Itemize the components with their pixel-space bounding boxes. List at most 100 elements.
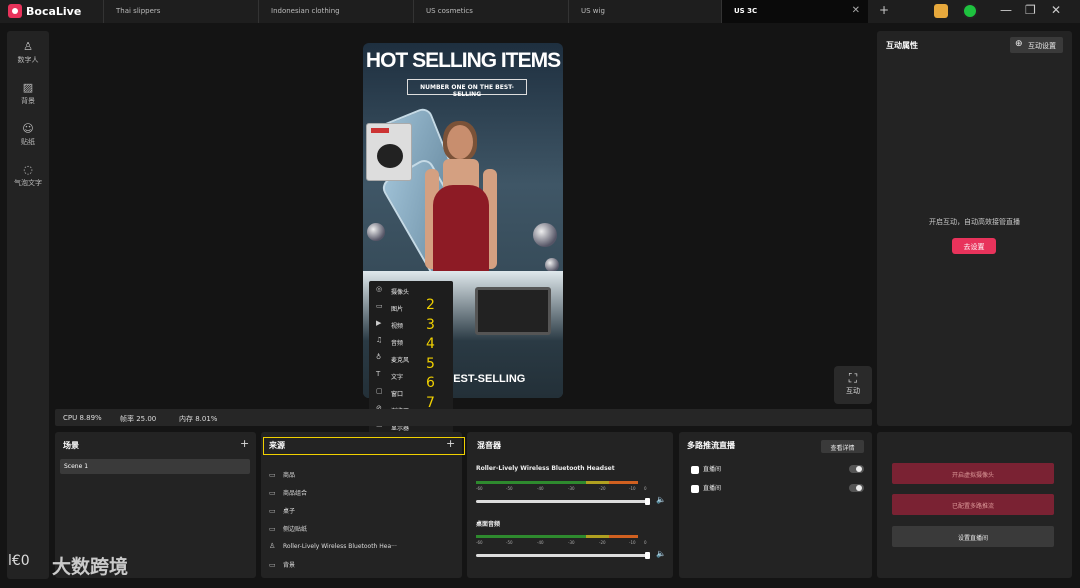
interaction-settings-button[interactable]: ⊕ 互动设置 bbox=[1010, 37, 1063, 53]
multistream-title: 多路推流直播 bbox=[687, 441, 735, 450]
annotation-number: 3 bbox=[426, 317, 435, 333]
sidebar-item-bubble-text[interactable]: ◌ 气泡文字 bbox=[7, 163, 49, 188]
decor-sphere bbox=[367, 223, 385, 241]
watermark-logo-icon: l€0 bbox=[8, 553, 30, 569]
window-icon: ▢ bbox=[376, 387, 383, 395]
tiktok-icon bbox=[691, 465, 699, 474]
preview-headline: HOT SELLING ITEMS bbox=[365, 49, 561, 72]
sticker-icon: ☺ bbox=[22, 122, 34, 135]
user-avatar[interactable] bbox=[962, 3, 978, 19]
menu-item-camera[interactable]: ◎ 摄像头 bbox=[369, 282, 453, 299]
product-card-sticker[interactable] bbox=[366, 123, 412, 181]
sidebar-item-sticker[interactable]: ☺ 贴纸 bbox=[7, 122, 49, 147]
preview-subline: NUMBER ONE ON THE BEST-SELLING bbox=[407, 79, 527, 98]
volume-slider[interactable] bbox=[476, 498, 650, 505]
source-item[interactable]: ▭ 商品 bbox=[269, 470, 295, 479]
minimize-button[interactable]: — bbox=[1000, 3, 1012, 17]
app-logo-icon bbox=[8, 4, 22, 18]
scene-item[interactable]: Scene 1 bbox=[60, 459, 250, 474]
tab-us-cosmetics[interactable]: US cosmetics bbox=[413, 0, 568, 23]
annotation-number: 5 bbox=[426, 356, 435, 372]
audio-level-meter bbox=[476, 481, 638, 484]
video-icon: ▶ bbox=[376, 319, 382, 327]
image-icon: ▭ bbox=[269, 471, 276, 479]
image-icon: ▭ bbox=[376, 302, 383, 310]
stream-room-row: 直播间 bbox=[691, 464, 721, 474]
annotation-number: 6 bbox=[426, 375, 435, 391]
channel-name: Roller-Lively Wireless Bluetooth Headset bbox=[476, 465, 615, 472]
menu-item-audio[interactable]: ♫ 音频 bbox=[369, 333, 453, 350]
multistream-configured-button[interactable]: 已配置多路推流 bbox=[892, 494, 1054, 515]
image-icon: ▭ bbox=[269, 489, 276, 497]
sources-header-highlight bbox=[263, 437, 465, 455]
interact-button[interactable]: ⛶ 互动 bbox=[834, 366, 872, 404]
sidebar-item-digital-human[interactable]: ♙ 数字人 bbox=[7, 40, 49, 65]
image-icon: ▭ bbox=[269, 525, 276, 533]
menu-item-text[interactable]: T 文字 bbox=[369, 367, 453, 384]
add-scene-button[interactable]: + bbox=[240, 437, 249, 450]
menu-item-video[interactable]: ▶ 视频 bbox=[369, 316, 453, 333]
multistream-panel: 多路推流直播 查看详情 直播间 直播间 bbox=[679, 432, 872, 578]
menu-item-image[interactable]: ▭ 图片 bbox=[369, 299, 453, 316]
source-item[interactable]: ▭ 桌子 bbox=[269, 506, 295, 515]
maximize-button[interactable]: ❐ bbox=[1025, 3, 1036, 17]
tiktok-icon bbox=[691, 484, 699, 493]
source-item[interactable]: ▭ 侧边贴纸 bbox=[269, 524, 307, 533]
panel-title: 互动属性 bbox=[886, 41, 918, 50]
music-icon: ♫ bbox=[376, 336, 383, 344]
plus-circle-icon: ⊕ bbox=[1015, 39, 1023, 49]
annotation-number: 4 bbox=[426, 336, 435, 352]
close-button[interactable]: ✕ bbox=[1051, 3, 1061, 17]
source-item[interactable]: ♙ Roller-Lively Wireless Bluetooth Hea··· bbox=[269, 542, 397, 550]
background-icon: ▨ bbox=[22, 81, 34, 94]
tab-us-3c[interactable]: US 3C ✕ bbox=[721, 0, 868, 23]
tab-thai-slippers[interactable]: Thai slippers bbox=[103, 0, 258, 23]
tab-us-wig[interactable]: US wig bbox=[568, 0, 721, 23]
vip-gem-icon[interactable] bbox=[934, 4, 948, 18]
audio-level-meter bbox=[476, 535, 638, 538]
person-icon: ♙ bbox=[23, 40, 33, 53]
stream-room-row: 直播间 bbox=[691, 483, 721, 493]
stream-toggle[interactable] bbox=[849, 484, 864, 492]
speaker-icon[interactable]: 🔈 bbox=[656, 495, 666, 504]
bubble-text-icon: ◌ bbox=[23, 163, 33, 176]
scan-icon: ⛶ bbox=[848, 371, 858, 385]
view-details-button[interactable]: 查看详情 bbox=[821, 440, 864, 453]
tab-close-icon[interactable]: ✕ bbox=[852, 5, 860, 16]
source-item[interactable]: ▭ 背景 bbox=[269, 560, 295, 569]
decor-sphere bbox=[545, 258, 559, 272]
text-icon: T bbox=[376, 370, 381, 378]
mixer-title: 混音器 bbox=[477, 441, 501, 450]
microphone-icon: ♁ bbox=[376, 353, 382, 361]
app-title: BocaLive bbox=[26, 5, 82, 18]
stream-toggle[interactable] bbox=[849, 465, 864, 473]
annotation-number: 2 bbox=[426, 297, 435, 313]
interaction-message: 开启互动，自动高效接管直播 bbox=[929, 218, 1020, 226]
person-icon: ♙ bbox=[269, 542, 276, 550]
go-settings-button[interactable]: 去设置 bbox=[952, 238, 996, 254]
camera-icon: ◎ bbox=[376, 285, 383, 293]
sidebar-item-background[interactable]: ▨ 背景 bbox=[7, 81, 49, 106]
tab-indonesian-clothing[interactable]: Indonesian clothing bbox=[258, 0, 413, 23]
menu-item-microphone[interactable]: ♁ 麦克风 bbox=[369, 350, 453, 367]
new-tab-button[interactable]: + bbox=[879, 3, 889, 17]
decor-sphere bbox=[533, 223, 557, 247]
frame-rate: 帧率 25.00 bbox=[120, 415, 157, 423]
channel-name: 桌面音频 bbox=[476, 521, 501, 528]
volume-slider[interactable] bbox=[476, 552, 650, 559]
start-virtual-camera-button[interactable]: 开启虚拟摄像头 bbox=[892, 463, 1054, 484]
setup-live-room-button[interactable]: 设置直播间 bbox=[892, 526, 1054, 547]
status-bar: CPU 8.89% 帧率 25.00 内存 8.01% bbox=[55, 409, 872, 426]
speaker-icon[interactable]: 🔈 bbox=[656, 549, 666, 558]
scenes-title: 场景 bbox=[63, 441, 79, 450]
source-item[interactable]: ▭ 商品组合 bbox=[269, 488, 307, 497]
image-icon: ▭ bbox=[269, 561, 276, 569]
image-icon: ▭ bbox=[269, 507, 276, 515]
cpu-usage: CPU 8.89% bbox=[63, 414, 102, 422]
mixer-panel: 混音器 Roller-Lively Wireless Bluetooth Hea… bbox=[467, 432, 673, 578]
memory-usage: 内存 8.01% bbox=[179, 415, 218, 423]
left-sidebar: ♙ 数字人 ▨ 背景 ☺ 贴纸 ◌ 气泡文字 bbox=[7, 31, 49, 579]
interaction-properties-panel: 互动属性 ⊕ 互动设置 开启互动，自动高效接管直播 去设置 bbox=[877, 31, 1072, 426]
menu-item-window[interactable]: ▢ 窗口 bbox=[369, 384, 453, 401]
laptop-image bbox=[475, 287, 551, 335]
